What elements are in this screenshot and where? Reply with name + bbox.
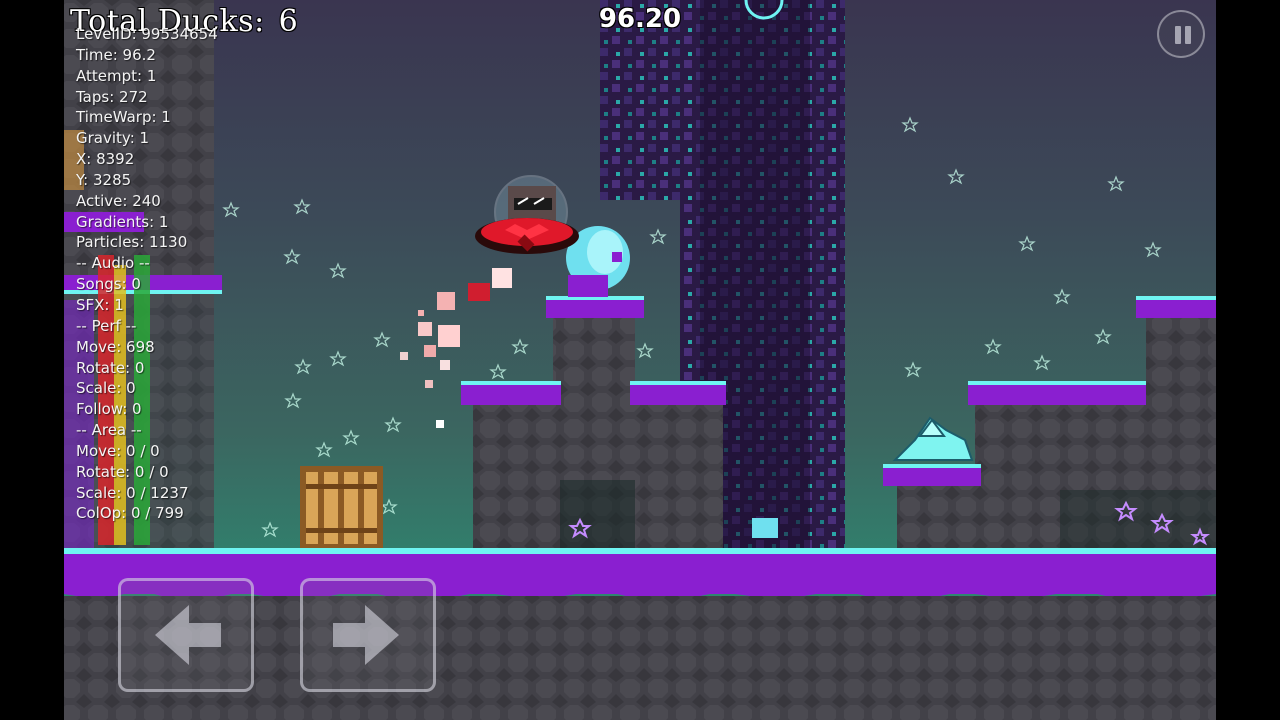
total-ducks-value: 6: [278, 4, 299, 39]
move-left-button[interactable]: [118, 578, 254, 692]
debug-line: ColOp: 0 / 799: [76, 504, 184, 523]
debug-line: Songs: 0: [76, 275, 141, 294]
debug-line: Gradients: 1: [76, 212, 169, 231]
arrow-left-icon: [155, 605, 221, 665]
debug-line: Taps: 272: [76, 87, 148, 106]
debug-line: SFX: 1: [76, 295, 124, 314]
debug-line: Move: 698: [76, 337, 155, 356]
level-timer: 96.20: [598, 4, 682, 34]
move-right-button[interactable]: [300, 578, 436, 692]
pause-button[interactable]: [1157, 10, 1205, 58]
debug-line: -- Area --: [76, 421, 142, 440]
debug-line: LevelID: 99534654: [76, 25, 218, 43]
debug-line: X: 8392: [76, 150, 135, 169]
debug-line: Move: 0 / 0: [76, 441, 160, 460]
debug-info-panel: LevelID: 99534654 Time: 96.2 Attempt: 1 Tap…: [76, 24, 218, 524]
debug-line: Particles: 1130: [76, 233, 188, 252]
debug-line: Rotate: 0: [76, 358, 145, 377]
debug-line: Active: 240: [76, 191, 161, 210]
debug-line: Rotate: 0 / 0: [76, 462, 169, 481]
letterbox-right: [1216, 0, 1280, 720]
debug-line: Scale: 0: [76, 379, 136, 398]
crystal-bush: [892, 416, 974, 461]
debug-line: Attempt: 1: [76, 66, 157, 85]
debug-line: Scale: 0 / 1237: [76, 483, 189, 502]
wooden-crate: [300, 466, 383, 550]
debug-line: Gravity: 1: [76, 129, 150, 148]
debug-line: -- Perf --: [76, 316, 137, 335]
debug-line: TimeWarp: 1: [76, 108, 171, 127]
small-crystal: [752, 518, 778, 538]
letterbox-left: [0, 0, 64, 720]
debug-line: -- Audio --: [76, 254, 150, 273]
player-ufo: [475, 175, 579, 254]
debug-line: Follow: 0: [76, 400, 142, 419]
arrow-right-icon: [333, 605, 399, 665]
debug-line: Y: 3285: [76, 170, 132, 189]
debug-line: Time: 96.2: [76, 45, 156, 64]
